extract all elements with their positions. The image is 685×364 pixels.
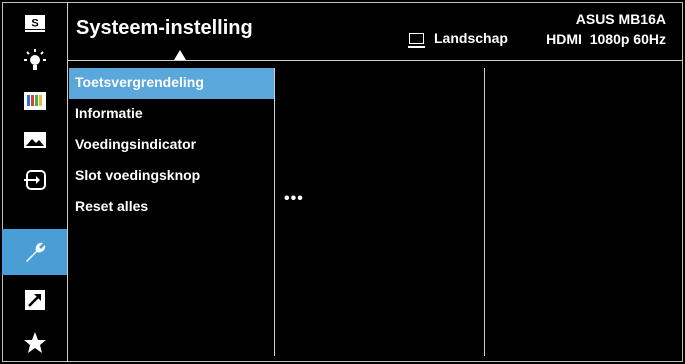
myfavorite-menu-item[interactable] xyxy=(2,323,67,363)
blue-light-filter-menu-item[interactable] xyxy=(2,41,67,81)
svg-text:S: S xyxy=(31,18,38,30)
color-menu-item[interactable] xyxy=(2,81,67,121)
menu-item-information[interactable]: Informatie xyxy=(69,99,274,130)
signal-info: HDMI 1080p 60Hz xyxy=(546,31,666,47)
splendid-menu-item[interactable]: S xyxy=(2,3,67,43)
model-name: ASUS MB16A xyxy=(575,11,666,27)
splendid-icon: S xyxy=(24,15,45,32)
orientation-label: Landschap xyxy=(434,30,508,46)
menu-item-key-lock[interactable]: Toetsvergrendeling xyxy=(69,68,274,99)
wrench-icon xyxy=(25,242,45,262)
system-setup-menu-item[interactable] xyxy=(2,229,67,275)
shortcut-menu-item[interactable] xyxy=(2,280,67,320)
page-title: Systeem-instelling xyxy=(76,17,253,39)
column-divider-1 xyxy=(274,68,275,356)
input-select-icon xyxy=(23,170,46,190)
header-divider xyxy=(67,60,683,61)
menu-item-power-indicator[interactable]: Voedingsindicator xyxy=(69,130,274,161)
menu-item-reset-all[interactable]: Reset alles xyxy=(69,192,274,223)
input-select-menu-item[interactable] xyxy=(2,160,67,200)
column-divider-2 xyxy=(484,68,485,356)
orientation-status: Landschap xyxy=(408,30,508,48)
scroll-up-arrow-icon xyxy=(174,50,186,60)
shortcut-icon xyxy=(24,290,45,310)
monitor-icon xyxy=(408,32,425,48)
image-icon xyxy=(23,132,46,148)
system-setup-menu: Toetsvergrendeling Informatie Voedingsin… xyxy=(69,68,274,223)
osd-sidebar: S xyxy=(2,2,67,362)
image-menu-item[interactable] xyxy=(2,120,67,160)
color-icon xyxy=(23,92,46,110)
star-icon xyxy=(23,332,46,353)
menu-item-power-key-lock[interactable]: Slot voedingsknop xyxy=(69,161,274,192)
blue-light-filter-icon xyxy=(23,49,46,70)
sidebar-divider xyxy=(67,2,68,362)
more-options-icon: ••• xyxy=(284,190,304,207)
